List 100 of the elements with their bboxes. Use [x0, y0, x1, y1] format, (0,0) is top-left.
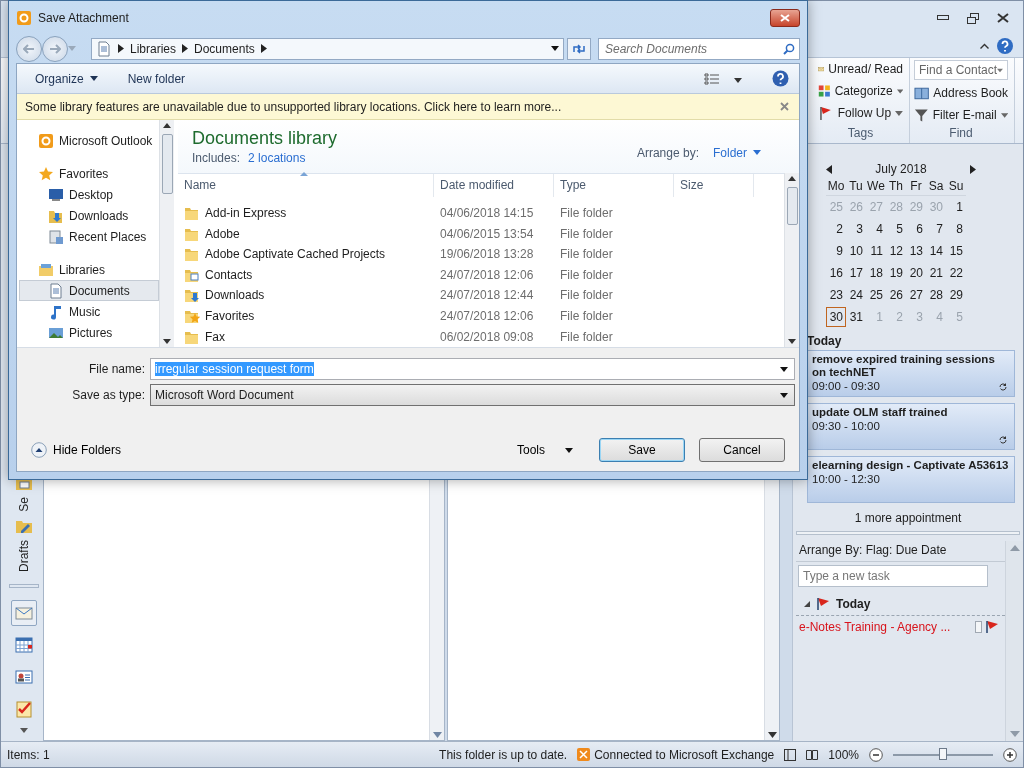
calendar-day[interactable]: 26	[886, 285, 906, 305]
scroll-down-icon[interactable]	[788, 339, 796, 344]
calendar-day[interactable]: 15	[946, 241, 966, 261]
previous-month-icon[interactable]	[826, 164, 832, 174]
search-field[interactable]: Search Documents	[598, 37, 800, 60]
appointment[interactable]: update OLM staff trained 09:30 - 10:00	[807, 403, 1015, 450]
breadcrumb-item[interactable]: Libraries	[130, 41, 177, 56]
help-icon[interactable]	[997, 38, 1013, 54]
arrange-by-header[interactable]: Arrange By: Flag: Due Date	[796, 541, 1005, 562]
collapse-icon[interactable]	[804, 601, 810, 607]
file-row[interactable]: Downloads 24/07/2018 12:44 File folder	[178, 285, 784, 306]
organize-menu[interactable]: Organize	[35, 71, 98, 86]
task-title[interactable]: e-Notes Training - Agency ...	[799, 620, 951, 634]
calendar-day[interactable]: 12	[886, 241, 906, 261]
file-type-select[interactable]: Microsoft Word Document	[150, 384, 795, 406]
calendar-day[interactable]: 2	[826, 219, 846, 239]
nav-item[interactable]: Downloads	[19, 205, 159, 226]
calendar-day[interactable]: 6	[906, 219, 926, 239]
calendar-day[interactable]: 27	[906, 285, 926, 305]
file-row[interactable]: Fax 06/02/2018 09:08 File folder	[178, 326, 784, 347]
calendar-day[interactable]: 18	[866, 263, 886, 283]
breadcrumb-item[interactable]: Documents	[194, 41, 255, 56]
file-row[interactable]: Adobe 04/06/2015 13:54 File folder	[178, 223, 784, 244]
calendar-day[interactable]: 22	[946, 263, 966, 283]
calendar-day[interactable]: 29	[946, 285, 966, 305]
collapse-icon[interactable]	[980, 43, 989, 49]
close-button[interactable]	[770, 8, 800, 27]
zoom-slider-thumb[interactable]	[939, 747, 947, 760]
nav-item[interactable]: Libraries	[19, 259, 159, 280]
next-month-icon[interactable]	[970, 164, 976, 174]
view-options-icon[interactable]	[704, 72, 720, 85]
calendar-day[interactable]: 7	[926, 219, 946, 239]
tools-menu[interactable]: Tools	[511, 442, 579, 458]
calendar-day[interactable]: 4	[866, 219, 886, 239]
calendar-day[interactable]: 31	[846, 307, 866, 327]
locations-link[interactable]: 2 locations	[248, 151, 306, 165]
calendar-day[interactable]: 17	[846, 263, 866, 283]
zoom-in-icon[interactable]	[1003, 747, 1017, 762]
address-bar[interactable]: Libraries Documents	[91, 37, 564, 60]
folder-label[interactable]: Drafts	[17, 540, 31, 572]
scroll-down-icon[interactable]	[767, 732, 777, 738]
calendar-day[interactable]: 10	[846, 241, 866, 261]
appointment[interactable]: remove expired training sessions on techNET 09:00 - 09:30	[807, 350, 1015, 397]
calendar-day[interactable]: 23	[826, 285, 846, 305]
chevron-icon[interactable]	[260, 44, 267, 53]
normal-view-icon[interactable]	[784, 748, 797, 761]
nav-item[interactable]: Favorites	[19, 163, 159, 184]
close-icon[interactable]	[997, 13, 1009, 23]
file-row[interactable]: Adobe Captivate Cached Projects 19/06/2018 13:28 File folder	[178, 243, 784, 265]
calendar-day[interactable]: 19	[886, 263, 906, 283]
dropdown-button[interactable]: Filter E-mail	[914, 106, 1008, 124]
chevron-icon[interactable]	[182, 44, 189, 53]
nav-item[interactable]: Recent Places	[19, 226, 159, 247]
calendar-day[interactable]: 24	[846, 285, 866, 305]
calendar-day[interactable]: 21	[926, 263, 946, 283]
calendar-day[interactable]: 9	[826, 241, 846, 261]
file-row[interactable]: Add-in Express 04/06/2018 14:15 File folder	[178, 202, 784, 224]
ribbon-button[interactable]: Address Book	[914, 84, 1008, 102]
nav-item[interactable]: Pictures	[19, 322, 159, 343]
calendar-day[interactable]: 25	[866, 285, 886, 305]
chevron-icon[interactable]	[118, 44, 124, 53]
calendar-day[interactable]: 5	[886, 219, 906, 239]
calendar-day[interactable]: 3	[846, 219, 866, 239]
help-icon[interactable]	[772, 70, 789, 87]
checkbox-icon[interactable]	[975, 621, 982, 633]
nav-item[interactable]: Desktop	[19, 184, 159, 205]
scroll-up-icon[interactable]	[788, 176, 796, 181]
folder-label[interactable]: Se	[17, 497, 31, 512]
reading-view-icon[interactable]	[806, 748, 819, 761]
hide-folders-button[interactable]: Hide Folders	[31, 442, 122, 458]
calendar-day[interactable]: 1	[946, 197, 966, 217]
nav-item[interactable]: Documents	[19, 280, 159, 301]
find-contact-field[interactable]: Find a Contact	[914, 60, 1008, 80]
calendar-day[interactable]: 14	[926, 241, 946, 261]
calendar-day[interactable]: 30	[826, 307, 846, 327]
cancel-button[interactable]: Cancel	[699, 438, 785, 462]
calendar-day[interactable]: 20	[906, 263, 926, 283]
calendar-day[interactable]: 28	[926, 285, 946, 305]
calendar-day[interactable]: 8	[946, 219, 966, 239]
scroll-up-icon[interactable]	[163, 123, 171, 128]
zoom-out-icon[interactable]	[869, 747, 883, 762]
calendar-day[interactable]: 13	[906, 241, 926, 261]
dropdown-button[interactable]: Categorize	[818, 82, 903, 100]
appointment[interactable]: elearning design - Captivate A53613 10:00 - 12:30	[807, 456, 1015, 503]
ribbon-button[interactable]: Unread/ Read	[818, 60, 903, 78]
info-bar[interactable]: Some library features are unavailable due to unsupported library locations. Click here to learn more...	[17, 94, 799, 120]
save-button[interactable]: Save	[599, 438, 685, 462]
scroll-thumb[interactable]	[786, 187, 798, 225]
more-appointments-link[interactable]: 1 more appointment	[793, 509, 1023, 531]
scroll-down-icon[interactable]	[163, 339, 171, 344]
calendar-day[interactable]: 16	[826, 263, 846, 283]
search-icon[interactable]	[783, 42, 795, 55]
scroll-thumb[interactable]	[161, 134, 173, 194]
file-row[interactable]: Favorites 24/07/2018 12:06 File folder	[178, 305, 784, 327]
new-folder-button[interactable]: New folder	[127, 71, 186, 86]
dropdown-button[interactable]: Follow Up	[818, 104, 903, 122]
calendar-day[interactable]: 11	[866, 241, 886, 261]
restore-icon[interactable]	[967, 12, 979, 24]
nav-item[interactable]: Music	[19, 301, 159, 322]
new-task-field[interactable]: Type a new task	[798, 565, 988, 587]
